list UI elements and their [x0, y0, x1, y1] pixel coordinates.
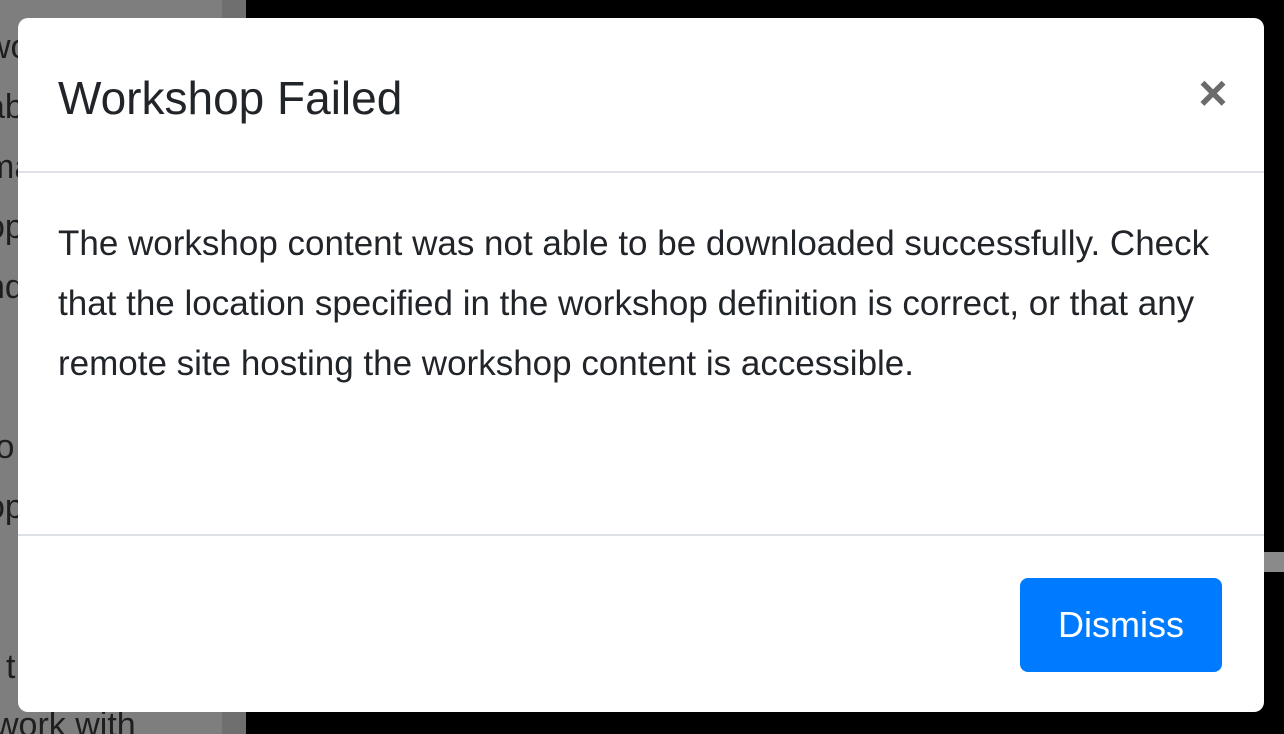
modal-footer: Dismiss: [18, 534, 1264, 712]
modal-body-text: The workshop content was not able to be …: [58, 224, 1210, 383]
close-icon[interactable]: ×: [1190, 68, 1236, 118]
background-text-line: t: [6, 648, 16, 686]
dismiss-button[interactable]: Dismiss: [1020, 578, 1222, 672]
modal-title: Workshop Failed: [58, 72, 403, 124]
background-text-line: to: [0, 428, 15, 466]
error-modal: Workshop Failed × The workshop content w…: [18, 18, 1264, 712]
modal-header: Workshop Failed ×: [18, 18, 1264, 173]
